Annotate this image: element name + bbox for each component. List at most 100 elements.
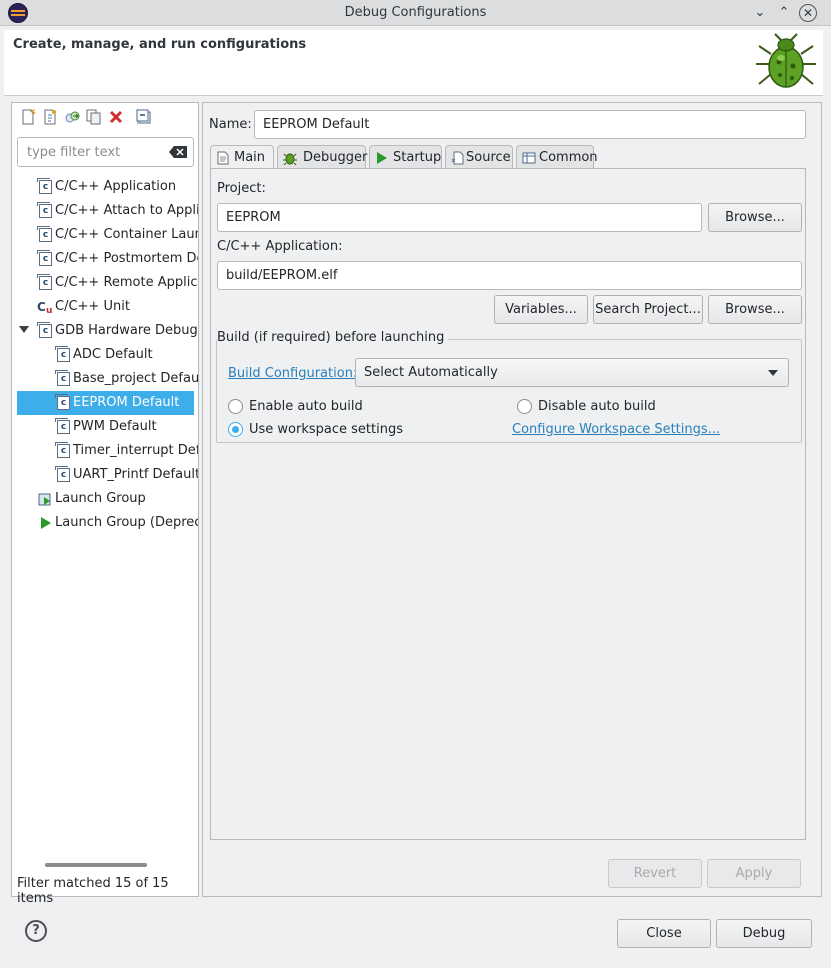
- export-icon[interactable]: [64, 109, 80, 125]
- tree-item-cpp-application[interactable]: c C/C++ Application: [12, 175, 198, 199]
- tab-common[interactable]: Common: [516, 145, 598, 169]
- tree-item-launch-group-deprecated[interactable]: Launch Group (Depreca: [12, 511, 198, 535]
- dialog-header: Create, manage, and run configurations: [4, 30, 823, 96]
- tree-item-pwm-default[interactable]: c PWM Default: [12, 415, 198, 439]
- variables-button[interactable]: Variables...: [494, 295, 588, 324]
- tree-item-label: UART_Printf Default: [73, 467, 198, 482]
- tab-label: Startup: [393, 150, 442, 165]
- clear-filter-icon[interactable]: [169, 146, 187, 158]
- launch-group-icon: [38, 493, 51, 506]
- apply-button[interactable]: Apply: [707, 859, 801, 888]
- tree-item-cpp-unit[interactable]: Cu C/C++ Unit: [12, 295, 198, 319]
- project-input[interactable]: [217, 203, 702, 232]
- title-bar: Debug Configurations ⌄ ⌃ ✕: [0, 0, 831, 26]
- tree-item-base-project[interactable]: c Base_project Default: [12, 367, 198, 391]
- tree-item-label: EEPROM Default: [73, 395, 180, 410]
- close-button[interactable]: Close: [617, 919, 711, 948]
- delete-icon[interactable]: [108, 109, 124, 125]
- filter-input[interactable]: [19, 139, 164, 165]
- source-tab-icon: [451, 151, 464, 165]
- c-config-icon: c: [37, 178, 52, 194]
- tree-item-eeprom-default[interactable]: c EEPROM Default: [17, 391, 194, 415]
- c-config-icon: c: [55, 442, 70, 458]
- new-prototype-icon[interactable]: [42, 109, 58, 125]
- tab-debugger[interactable]: Debugger: [277, 145, 368, 169]
- disable-auto-build-label: Disable auto build: [538, 399, 656, 414]
- collapse-all-icon[interactable]: [136, 109, 152, 125]
- c-config-icon: c: [37, 202, 52, 218]
- main-tab-content: Project: Browse... C/C++ Application: Va…: [210, 168, 806, 840]
- c-config-icon: c: [55, 346, 70, 362]
- c-config-icon: c: [37, 250, 52, 266]
- configuration-tree: c C/C++ Application c C/C++ Attach to Appl…: [12, 173, 198, 858]
- configuration-editor-panel: Name: Main Debugger Startup Source Commo…: [202, 102, 822, 897]
- chevron-down-icon: [768, 370, 778, 376]
- tree-item-label: C/C++ Attach to Applica: [55, 203, 198, 218]
- build-configuration-link[interactable]: Build Configuration:: [228, 366, 357, 381]
- build-configuration-value: Select Automatically: [364, 365, 498, 380]
- filter-status: Filter matched 15 of 15 items: [17, 876, 169, 906]
- close-window-icon[interactable]: ✕: [799, 4, 817, 22]
- revert-button[interactable]: Revert: [608, 859, 702, 888]
- tab-bar: Main Debugger Startup Source Common: [210, 145, 806, 170]
- build-configuration-select[interactable]: Select Automatically: [355, 358, 789, 387]
- use-workspace-settings-label: Use workspace settings: [249, 422, 403, 437]
- tree-item-cpp-attach[interactable]: cC/C++ Attach to Applica: [12, 199, 198, 223]
- help-icon[interactable]: ?: [25, 920, 47, 942]
- tree-item-label: Launch Group: [55, 491, 146, 506]
- left-toolbar: [12, 103, 198, 131]
- maximize-icon[interactable]: ⌃: [775, 4, 793, 22]
- svg-text:C: C: [37, 300, 46, 314]
- window-title: Debug Configurations: [344, 5, 487, 20]
- name-input[interactable]: [254, 110, 806, 139]
- new-configuration-icon[interactable]: [20, 109, 36, 125]
- c-config-icon: c: [55, 370, 70, 386]
- configure-workspace-settings-link[interactable]: Configure Workspace Settings...: [512, 422, 720, 437]
- tab-main[interactable]: Main: [210, 145, 274, 170]
- tab-source[interactable]: Source: [445, 145, 513, 169]
- c-config-icon: c: [55, 466, 70, 482]
- tree-item-label: C/C++ Postmortem Deb: [55, 251, 198, 266]
- tree-item-label: PWM Default: [73, 419, 157, 434]
- enable-auto-build-radio[interactable]: [228, 399, 243, 414]
- tree-item-label: C/C++ Application: [55, 179, 177, 194]
- tree-item-label: Launch Group (Depreca: [55, 515, 198, 530]
- browse-project-button[interactable]: Browse...: [708, 203, 802, 232]
- c-config-icon: c: [37, 322, 52, 338]
- tree-item-cpp-container[interactable]: cC/C++ Container Launch: [12, 223, 198, 247]
- tree-item-launch-group[interactable]: Launch Group: [12, 487, 198, 511]
- tree-item-uart-printf[interactable]: c UART_Printf Default: [12, 463, 198, 487]
- startup-tab-icon: [377, 152, 387, 164]
- search-project-button[interactable]: Search Project...: [593, 295, 703, 324]
- launch-group-deprecated-icon: [41, 517, 51, 529]
- svg-text:u: u: [46, 306, 52, 315]
- tab-startup[interactable]: Startup: [369, 145, 442, 169]
- tab-label: Source: [466, 150, 511, 165]
- minimize-icon[interactable]: ⌄: [751, 4, 769, 22]
- tab-label: Debugger: [303, 150, 368, 165]
- use-workspace-settings-radio[interactable]: [228, 422, 243, 437]
- common-tab-icon: [522, 152, 536, 164]
- debugger-tab-icon: [283, 153, 297, 165]
- tree-item-cpp-postmortem[interactable]: c C/C++ Postmortem Deb: [12, 247, 198, 271]
- tree-item-gdb-hardware[interactable]: c GDB Hardware Debugg: [12, 319, 198, 343]
- tree-item-timer-interrupt[interactable]: c Timer_interrupt Defa: [12, 439, 198, 463]
- duplicate-icon[interactable]: [86, 109, 102, 125]
- build-group: Build Configuration: Select Automaticall…: [216, 339, 802, 443]
- browse-application-button[interactable]: Browse...: [708, 295, 802, 324]
- tree-item-label: Timer_interrupt Defa: [73, 443, 198, 458]
- expand-arrow-icon[interactable]: [19, 326, 29, 333]
- c-unit-icon: Cu: [37, 300, 52, 315]
- c-config-icon: c: [55, 394, 70, 410]
- filter-box: [17, 137, 194, 167]
- tree-item-adc-default[interactable]: c ADC Default: [12, 343, 198, 367]
- tree-item-label: C/C++ Remote Applicati: [55, 275, 198, 290]
- tree-item-label: Base_project Default: [73, 371, 198, 386]
- application-input[interactable]: [217, 261, 802, 290]
- debug-button[interactable]: Debug: [716, 919, 812, 948]
- tree-item-cpp-remote[interactable]: cC/C++ Remote Applicati: [12, 271, 198, 295]
- c-config-icon: c: [55, 418, 70, 434]
- project-label: Project:: [217, 181, 266, 196]
- horizontal-scrollbar[interactable]: [45, 863, 147, 867]
- disable-auto-build-radio[interactable]: [517, 399, 532, 414]
